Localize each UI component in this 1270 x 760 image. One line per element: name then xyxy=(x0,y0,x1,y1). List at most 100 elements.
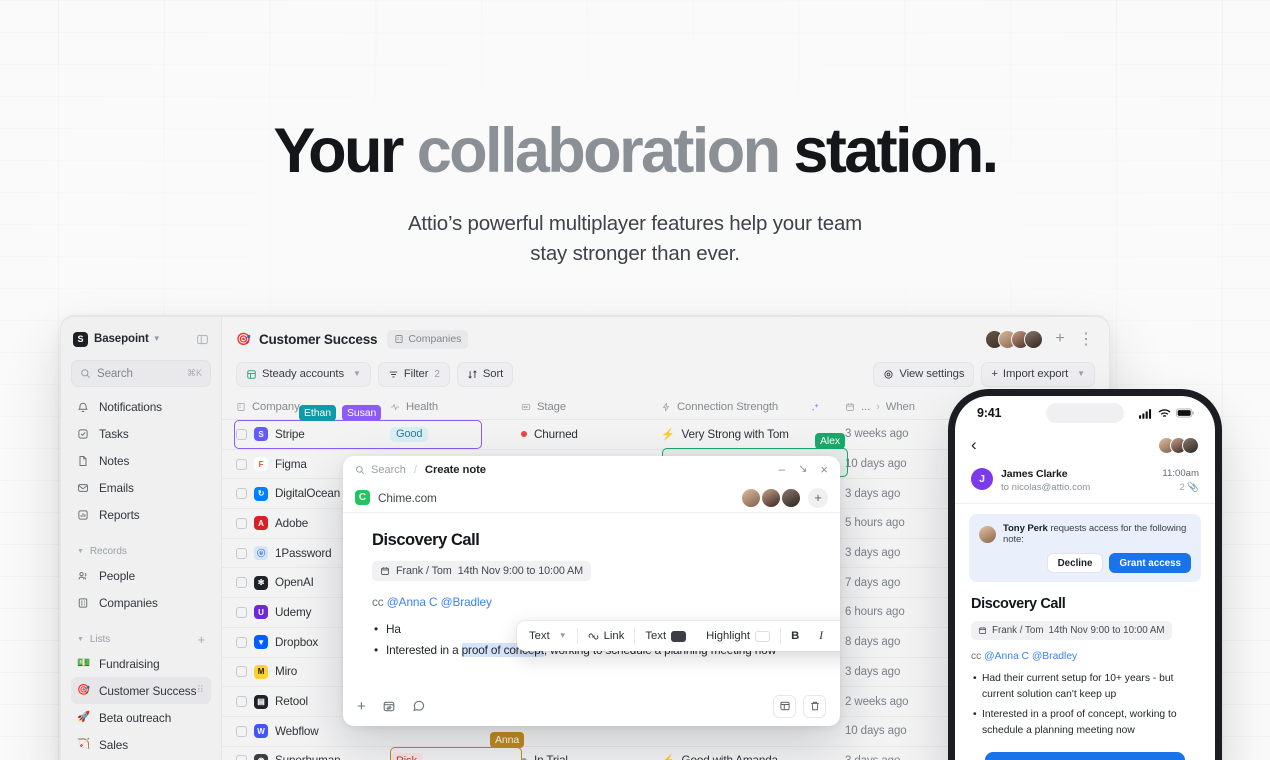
column-header-stage[interactable]: Stage xyxy=(521,401,661,413)
highlight-color-swatch[interactable] xyxy=(755,630,771,642)
sidebar-item-notifications[interactable]: Notifications xyxy=(71,393,211,420)
column-header-ellipsis: ... xyxy=(861,401,871,413)
close-icon[interactable]: × xyxy=(820,462,828,477)
row-checkbox[interactable] xyxy=(236,577,247,589)
row-checkbox[interactable] xyxy=(236,547,247,559)
cell-health[interactable]: Good xyxy=(390,426,521,442)
sidebar-item-emails[interactable]: Emails xyxy=(71,474,211,501)
minimize-button[interactable]: – xyxy=(779,462,786,477)
share-button[interactable]: Share xyxy=(985,752,1185,760)
email-time: 11:00am xyxy=(1162,468,1199,479)
import-export-button[interactable]: + Import export ▼ xyxy=(981,361,1095,387)
calendar-repeat-icon[interactable] xyxy=(382,699,396,713)
cell-company[interactable]: S Stripe xyxy=(222,427,390,442)
add-block-button[interactable]: + xyxy=(357,698,366,715)
cc-prefix: cc xyxy=(372,595,384,609)
cell-stage[interactable]: In Trial xyxy=(521,754,661,760)
sidebar-item-sales[interactable]: 🏹 Sales xyxy=(71,731,211,758)
sidebar-item-people[interactable]: People xyxy=(71,562,211,589)
sidebar-item-tasks[interactable]: Tasks xyxy=(71,420,211,447)
text-color-picker[interactable]: Text xyxy=(635,621,696,651)
note-schedule: 14th Nov 9:00 to 10:00 AM xyxy=(1048,625,1165,636)
trash-icon[interactable] xyxy=(803,694,826,718)
row-checkbox[interactable] xyxy=(236,696,247,708)
strikethrough-button[interactable]: S xyxy=(833,621,840,651)
row-checkbox[interactable] xyxy=(236,517,247,529)
row-checkbox[interactable] xyxy=(236,666,247,678)
expand-button[interactable]: ↘ xyxy=(798,462,807,477)
stage-label: In Trial xyxy=(534,754,568,760)
record-logo: C xyxy=(355,490,370,505)
cell-company[interactable]: ◉ Superhuman xyxy=(222,753,390,760)
records-section-header[interactable]: ▼ Records xyxy=(71,540,211,562)
text-color-swatch[interactable] xyxy=(671,630,687,642)
row-checkbox[interactable] xyxy=(236,428,247,440)
sidebar-item-customer-success[interactable]: 🎯 Customer Success ⠿ xyxy=(71,677,211,704)
add-collaborator-button[interactable]: + xyxy=(808,487,828,508)
zap-icon: ⚡ xyxy=(661,754,675,760)
link-button[interactable]: Link xyxy=(578,621,635,651)
record-name[interactable]: Chime.com xyxy=(378,491,437,505)
view-selector-label: Steady accounts xyxy=(262,368,345,380)
lists-section-header[interactable]: ▼ Lists + xyxy=(71,628,211,650)
view-settings-button[interactable]: View settings xyxy=(873,361,975,387)
row-checkbox[interactable] xyxy=(236,488,247,500)
status-badge: Risk xyxy=(390,753,423,760)
column-header-connection-strength[interactable]: Connection Strength xyxy=(661,401,845,413)
company-logo-icon: ↻ xyxy=(254,486,268,501)
panel-icon[interactable] xyxy=(773,694,796,718)
row-checkbox[interactable] xyxy=(236,725,247,737)
back-button[interactable]: ‹ xyxy=(971,435,977,455)
row-checkbox[interactable] xyxy=(236,636,247,648)
add-list-button[interactable]: + xyxy=(197,633,205,646)
filter-button[interactable]: Filter 2 xyxy=(377,361,450,387)
cell-connection-strength[interactable]: ⚡ Good with Amanda xyxy=(661,754,845,760)
bow-emoji-icon: 🏹 xyxy=(77,738,90,751)
footer-right-actions xyxy=(773,694,826,718)
company-name: DigitalOcean xyxy=(275,487,341,501)
view-selector-button[interactable]: Steady accounts ▼ xyxy=(236,361,371,387)
cell-health[interactable]: Risk xyxy=(390,753,521,760)
highlight-label: Highlight xyxy=(706,630,751,642)
sidebar-item-companies[interactable]: Companies xyxy=(71,589,211,616)
sidebar-item-reports[interactable]: Reports xyxy=(71,501,211,528)
row-checkbox[interactable] xyxy=(236,755,247,760)
sort-button[interactable]: Sort xyxy=(456,361,514,387)
primary-nav: Notifications Tasks Notes Emails Reports xyxy=(71,393,211,528)
object-pill[interactable]: Companies xyxy=(387,329,469,349)
cell-stage[interactable]: Churned xyxy=(521,428,661,441)
grant-access-button[interactable]: Grant access xyxy=(1109,553,1191,573)
bold-button[interactable]: B xyxy=(781,621,809,651)
note-meta-pill[interactable]: Frank / Tom 14th Nov 9:00 to 10:00 AM xyxy=(971,621,1172,640)
phone-collaborator-avatars[interactable] xyxy=(1158,436,1199,454)
cell-company[interactable]: W Webflow xyxy=(222,724,390,739)
sidebar-item-fundraising[interactable]: 💵 Fundraising xyxy=(71,650,211,677)
workspace-switcher[interactable]: S Basepoint ▼ xyxy=(71,321,211,357)
modal-search-button[interactable]: Search xyxy=(355,464,406,476)
drag-handle-icon[interactable]: ⠿ xyxy=(197,685,205,696)
column-header-health[interactable]: Health xyxy=(390,401,521,413)
cc-mentions[interactable]: @Anna C @Bradley xyxy=(387,595,492,609)
note-title[interactable]: Discovery Call xyxy=(372,531,811,550)
comment-icon[interactable] xyxy=(412,699,426,713)
avatar xyxy=(781,487,801,508)
search-input[interactable]: Search ⌘K xyxy=(71,360,211,387)
bullet-2-pre: Interested in a xyxy=(386,643,462,657)
toggle-panel-icon[interactable] xyxy=(196,333,209,346)
sidebar-item-beta-outreach[interactable]: 🚀 Beta outreach xyxy=(71,704,211,731)
row-checkbox[interactable] xyxy=(236,458,247,470)
row-checkbox[interactable] xyxy=(236,606,247,618)
breadcrumb-separator: / xyxy=(413,463,417,476)
italic-button[interactable]: I xyxy=(809,621,833,651)
note-meta-pill[interactable]: Frank / Tom 14th Nov 9:00 to 10:00 AM xyxy=(372,561,592,581)
request-person: Tony Perk xyxy=(1003,523,1048,534)
sidebar-item-notes[interactable]: Notes xyxy=(71,447,211,474)
decline-button[interactable]: Decline xyxy=(1046,553,1104,573)
text-style-dropdown[interactable]: Text ▼ xyxy=(519,621,577,651)
note-attendees: Frank / Tom xyxy=(992,625,1044,636)
add-member-button[interactable]: + xyxy=(1051,330,1069,348)
collaborator-avatars[interactable] xyxy=(985,329,1043,349)
more-options-button[interactable]: ⋮ xyxy=(1077,330,1095,348)
sparkle-icon xyxy=(810,402,821,413)
highlight-color-picker[interactable]: Highlight xyxy=(696,621,780,651)
